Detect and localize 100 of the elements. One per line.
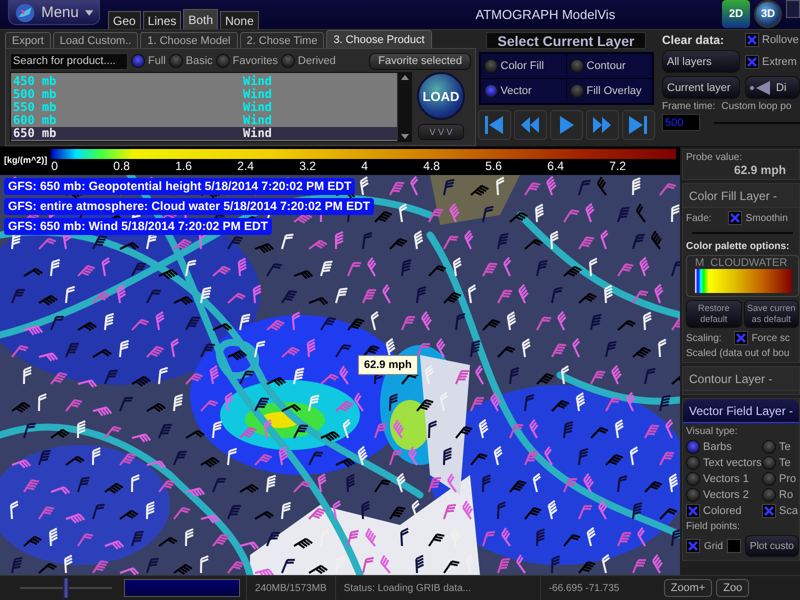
rewind-icon xyxy=(519,114,541,136)
option-label: Vectors 1 xyxy=(703,473,749,485)
section-header[interactable]: Contour Layer - xyxy=(683,367,799,391)
status-text: Status: Loading GRIB data... xyxy=(334,576,540,600)
zoom-button[interactable]: Zoom+ xyxy=(664,579,712,597)
display-button[interactable]: Di xyxy=(745,76,800,99)
radio-button[interactable] xyxy=(216,54,230,68)
search-field[interactable]: Search for product.... xyxy=(10,52,128,70)
option-label: Pro xyxy=(779,473,796,485)
option-label: Vectors 2 xyxy=(703,489,749,501)
tick-label: 6.4 xyxy=(547,159,565,173)
radio-label: Basic xyxy=(186,55,213,67)
layer-option[interactable]: Color Fill xyxy=(480,54,566,78)
checkbox[interactable] xyxy=(686,539,700,553)
plot-custom-button[interactable]: Plot custo xyxy=(744,535,799,557)
playback-button[interactable] xyxy=(586,110,618,140)
radio-button[interactable] xyxy=(168,54,183,68)
playback-button[interactable] xyxy=(478,110,510,140)
visual-type-label: Visual type: xyxy=(686,426,739,437)
checkbox[interactable] xyxy=(762,504,776,518)
map-tab[interactable]: Geo xyxy=(108,11,141,29)
radio-button[interactable] xyxy=(686,488,700,502)
palette-preview[interactable]: M CLOUDWATER xyxy=(686,255,799,297)
checkbox[interactable] xyxy=(726,539,741,553)
field-points-label: Field points: xyxy=(686,521,741,532)
checkbox[interactable] xyxy=(728,211,742,225)
radio-button[interactable] xyxy=(484,59,498,73)
probe-label: Probe value: xyxy=(686,152,744,163)
radio-button[interactable] xyxy=(280,54,295,68)
probe-tooltip: 62.9 mph xyxy=(358,355,418,375)
radio-button[interactable] xyxy=(484,84,498,98)
map-tab[interactable]: Both xyxy=(183,9,218,29)
scrollbar[interactable] xyxy=(397,73,411,141)
section-header[interactable]: Color Fill Layer - xyxy=(683,184,799,208)
product-tab[interactable]: 3. Choose Product xyxy=(326,30,432,48)
radio-button[interactable] xyxy=(686,472,700,486)
current-layer-button[interactable]: Current layer xyxy=(662,76,740,99)
layer-option[interactable]: Vector xyxy=(480,79,566,103)
playback-button[interactable] xyxy=(514,110,546,140)
palette-button[interactable]: Save curren as default xyxy=(744,300,799,328)
radio-button[interactable] xyxy=(762,472,776,486)
checkbox[interactable] xyxy=(686,504,700,518)
map-tab[interactable]: Lines xyxy=(142,11,182,29)
palette-name: M CLOUDWATER xyxy=(695,257,788,269)
palette-button[interactable]: Restore default xyxy=(686,300,742,328)
layer-label: GFS: 650 mb: Wind 5/18/2014 7:20:02 PM EDT xyxy=(4,218,272,235)
checkbox-label: Force sc xyxy=(752,332,790,344)
checkbox[interactable] xyxy=(745,33,759,47)
tick-label: 0 xyxy=(51,159,59,173)
favorite-selected-button[interactable]: Favorite selected xyxy=(369,52,471,70)
map-tab[interactable]: None xyxy=(220,11,259,29)
down-arrow-icon xyxy=(400,134,408,139)
radio-button[interactable] xyxy=(570,59,584,73)
checkbox-label: Extrem xyxy=(762,56,797,68)
product-tab[interactable]: Load Custom.. xyxy=(52,32,138,48)
up-arrow-icon xyxy=(400,75,408,80)
product-tab[interactable]: 1. Choose Model xyxy=(140,32,238,48)
load-button[interactable]: LOAD xyxy=(417,72,465,120)
layer-option[interactable]: Contour xyxy=(566,54,652,78)
slider-thumb[interactable] xyxy=(63,578,69,598)
checkbox-label: Grid xyxy=(704,540,723,552)
radio-label: Favorites xyxy=(232,55,278,67)
radio-button[interactable] xyxy=(686,456,700,470)
expand-button[interactable]: V V V xyxy=(418,124,464,140)
radio-label: Derived xyxy=(298,55,336,67)
tick-label: 7.2 xyxy=(609,159,627,173)
section-header[interactable]: Vector Field Layer - xyxy=(683,399,799,423)
radio-button[interactable] xyxy=(762,440,776,454)
radio-button[interactable] xyxy=(762,456,776,470)
checkbox[interactable] xyxy=(734,331,748,345)
product-tab[interactable]: 2. Chose Time xyxy=(240,32,324,48)
skip-start-icon xyxy=(483,114,505,136)
product-row[interactable]: 650 mb Wind xyxy=(11,127,397,140)
radio-button[interactable] xyxy=(131,54,145,68)
tick-label: 5.6 xyxy=(485,159,503,173)
product-tab[interactable]: Export xyxy=(5,32,51,48)
option-label: Te xyxy=(779,441,791,453)
minimize-button[interactable] xyxy=(786,0,800,18)
playback-button[interactable] xyxy=(550,110,582,140)
menu-button[interactable]: Menu xyxy=(8,0,100,25)
option-label: Te xyxy=(779,457,791,469)
checkbox[interactable] xyxy=(745,54,759,68)
tick-label: 4.8 xyxy=(423,159,441,173)
view-mode-button[interactable]: 3D xyxy=(754,0,782,28)
radio-button[interactable] xyxy=(570,84,584,98)
zoom-button[interactable]: Zoo xyxy=(716,579,750,597)
fade-label: Fade: xyxy=(686,212,712,224)
all-layers-button[interactable]: All layers xyxy=(662,50,740,73)
checkbox-label: Smoothin xyxy=(746,212,788,224)
tick-label: 4 xyxy=(361,159,369,173)
scaling-note: Scaled (data out of bou xyxy=(686,348,790,359)
playback-button[interactable] xyxy=(622,110,654,140)
clear-data-label: Clear data: xyxy=(662,33,726,47)
layer-label: GFS: entire atmosphere: Cloud water 5/18/2014 7:20:02 PM EDT xyxy=(4,198,374,215)
layer-option[interactable]: Fill Overlay xyxy=(566,79,652,103)
globe-icon xyxy=(15,2,36,24)
coordinates: -66.695 -71.735 xyxy=(540,576,660,600)
radio-button[interactable] xyxy=(762,488,776,502)
view-mode-button[interactable]: 2D xyxy=(722,0,750,28)
radio-button[interactable] xyxy=(686,440,700,454)
